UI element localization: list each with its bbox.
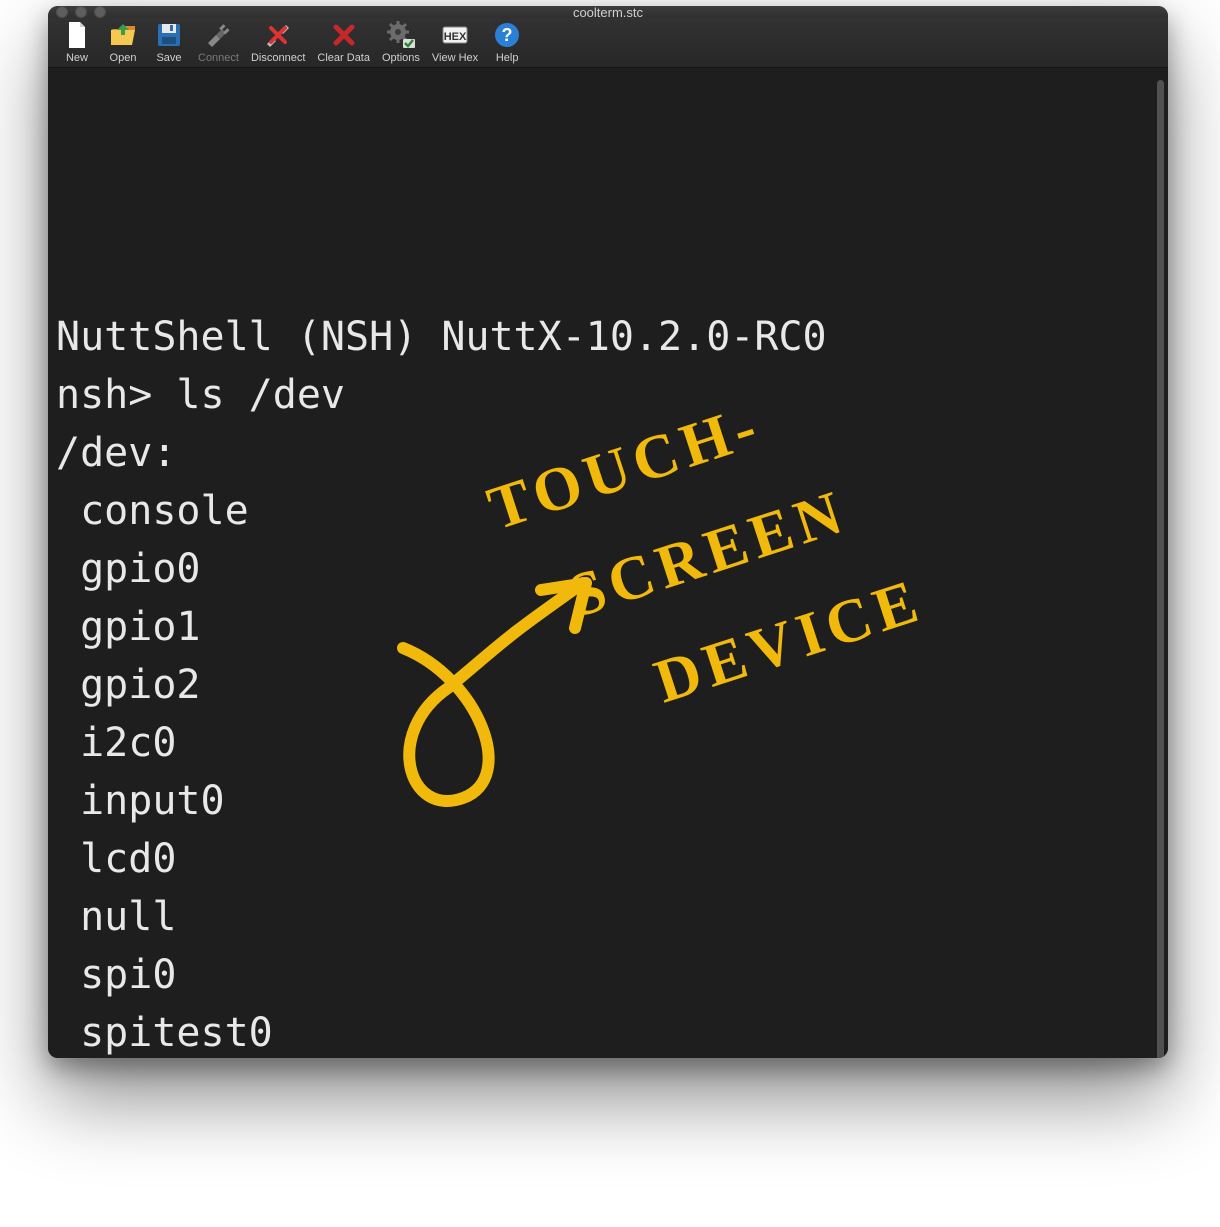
help-button[interactable]: ? Help <box>484 18 530 64</box>
terminal-line: i2c0 <box>56 714 1150 772</box>
clear-button[interactable]: Clear Data <box>311 18 376 64</box>
terminal-line: gpio1 <box>56 598 1150 656</box>
viewhex-button[interactable]: HEX View Hex <box>426 18 484 64</box>
close-window-icon[interactable] <box>56 6 68 18</box>
minimize-window-icon[interactable] <box>75 6 87 18</box>
terminal-line: console <box>56 482 1150 540</box>
toolbar-label: Connect <box>198 52 239 64</box>
options-icon <box>384 18 418 52</box>
zoom-window-icon[interactable] <box>94 6 106 18</box>
terminal-scrollbar[interactable] <box>1157 80 1164 1058</box>
toolbar-label: Clear Data <box>317 52 370 64</box>
toolbar-label: Options <box>382 52 420 64</box>
open-icon <box>106 18 140 52</box>
terminal-line: gpio2 <box>56 656 1150 714</box>
terminal-line: input0 <box>56 772 1150 830</box>
terminal-line: gpio0 <box>56 540 1150 598</box>
terminal-line: NuttShell (NSH) NuttX-10.2.0-RC0 <box>56 308 1150 366</box>
window-controls <box>56 6 106 18</box>
terminal-line: spitest0 <box>56 1004 1150 1058</box>
viewhex-icon: HEX <box>438 18 472 52</box>
toolbar-label: New <box>66 52 88 64</box>
svg-text:HEX: HEX <box>444 31 467 43</box>
terminal-line: null <box>56 888 1150 946</box>
svg-text:?: ? <box>502 25 513 45</box>
new-icon <box>60 18 94 52</box>
connect-icon <box>201 18 235 52</box>
app-window: coolterm.stc New Open Save Connect Disco… <box>48 6 1168 1058</box>
terminal-line: spi0 <box>56 946 1150 1004</box>
toolbar-label: View Hex <box>432 52 478 64</box>
options-button[interactable]: Options <box>376 18 426 64</box>
disconnect-icon <box>261 18 295 52</box>
toolbar-label: Help <box>496 52 519 64</box>
terminal-line: lcd0 <box>56 830 1150 888</box>
connect-button: Connect <box>192 18 245 64</box>
window-title: coolterm.stc <box>48 6 1168 20</box>
titlebar[interactable]: coolterm.stc <box>48 6 1168 18</box>
clear-icon <box>327 18 361 52</box>
terminal-output[interactable]: TouCH- sCREEN DeVICe NuttShell (NSH) Nut… <box>48 68 1168 1058</box>
new-button[interactable]: New <box>54 18 100 64</box>
terminal-line: /dev: <box>56 424 1150 482</box>
save-button[interactable]: Save <box>146 18 192 64</box>
open-button[interactable]: Open <box>100 18 146 64</box>
toolbar-label: Disconnect <box>251 52 305 64</box>
terminal-line: nsh> ls /dev <box>56 366 1150 424</box>
disconnect-button[interactable]: Disconnect <box>245 18 311 64</box>
toolbar: New Open Save Connect Disconnect Clear D… <box>48 18 1168 68</box>
toolbar-label: Open <box>110 52 137 64</box>
help-icon: ? <box>490 18 524 52</box>
toolbar-label: Save <box>156 52 181 64</box>
save-icon <box>152 18 186 52</box>
